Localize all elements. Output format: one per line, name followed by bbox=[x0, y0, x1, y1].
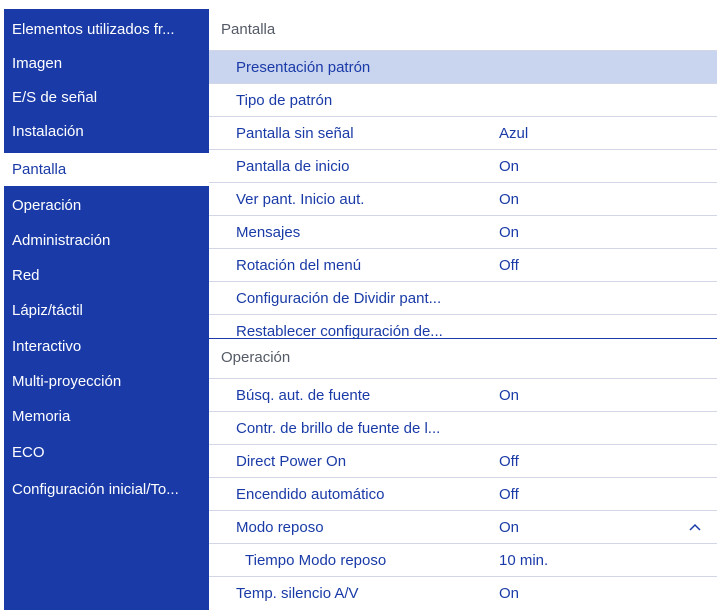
sidebar-item-administracion[interactable]: Administración bbox=[4, 224, 209, 257]
menu-row-label: Configuración de Dividir pant... bbox=[236, 290, 442, 307]
menu-row-configuracion-dividir-pantalla[interactable]: Configuración de Dividir pant... bbox=[209, 281, 717, 314]
menu-row-label: Pantalla sin señal bbox=[236, 125, 354, 142]
menu-row-value: On bbox=[499, 387, 520, 404]
sidebar-item-configuracion-inicial[interactable]: Configuración inicial/To... bbox=[4, 473, 209, 506]
section-header-pantalla: Pantalla bbox=[221, 21, 276, 38]
menu-row-contr-brillo-fuente[interactable]: Contr. de brillo de fuente de l... bbox=[209, 411, 717, 444]
menu-row-busq-aut-de-fuente[interactable]: Búsq. aut. de fuente On bbox=[209, 378, 717, 411]
menu-row-label: Rotación del menú bbox=[236, 257, 362, 274]
menu-row-value: Off bbox=[499, 486, 519, 503]
sidebar-item-lapiz-tactil[interactable]: Lápiz/táctil bbox=[4, 294, 209, 327]
sidebar-menu: Elementos utilizados fr... Imagen E/S de… bbox=[4, 9, 209, 610]
sidebar-item-es-de-senal[interactable]: E/S de señal bbox=[4, 81, 209, 114]
menu-row-label: Temp. silencio A/V bbox=[236, 585, 359, 602]
menu-row-value: On bbox=[499, 158, 520, 175]
menu-row-label: Encendido automático bbox=[236, 486, 385, 503]
menu-row-pantalla-sin-senal[interactable]: Pantalla sin señal Azul bbox=[209, 116, 717, 149]
sidebar-item-memoria[interactable]: Memoria bbox=[4, 400, 209, 433]
sidebar-item-operacion[interactable]: Operación bbox=[4, 189, 209, 222]
sidebar-item-interactivo[interactable]: Interactivo bbox=[4, 330, 209, 363]
sidebar-item-instalacion[interactable]: Instalación bbox=[4, 115, 209, 148]
menu-row-ver-pant-inicio-aut[interactable]: Ver pant. Inicio aut. On bbox=[209, 182, 717, 215]
menu-row-value: On bbox=[499, 519, 520, 536]
menu-row-rotacion-del-menu[interactable]: Rotación del menú Off bbox=[209, 248, 717, 281]
menu-row-label: Direct Power On bbox=[236, 453, 347, 470]
sidebar-item-eco[interactable]: ECO bbox=[4, 436, 209, 469]
sidebar-item-multi-proyeccion[interactable]: Multi-proyección bbox=[4, 365, 209, 398]
section-header-operacion: Operación bbox=[221, 349, 291, 366]
menu-row-label: Mensajes bbox=[236, 224, 301, 241]
menu-row-temp-silencio-av[interactable]: Temp. silencio A/V On bbox=[209, 576, 717, 609]
menu-row-label: Contr. de brillo de fuente de l... bbox=[236, 420, 441, 437]
menu-row-label: Tiempo Modo reposo bbox=[245, 552, 387, 569]
sidebar-item-red[interactable]: Red bbox=[4, 259, 209, 292]
menu-row-value: On bbox=[499, 585, 520, 602]
sidebar-item-pantalla[interactable]: Pantalla bbox=[4, 153, 209, 186]
menu-row-value: Off bbox=[499, 257, 519, 274]
menu-row-label: Búsq. aut. de fuente bbox=[236, 387, 371, 404]
sidebar-item-elementos-utilizados[interactable]: Elementos utilizados fr... bbox=[4, 13, 209, 46]
menu-row-tipo-de-patron[interactable]: Tipo de patrón bbox=[209, 83, 717, 116]
menu-row-modo-reposo[interactable]: Modo reposo On bbox=[209, 510, 717, 543]
menu-row-label: Modo reposo bbox=[236, 519, 324, 536]
menu-row-presentacion-patron[interactable]: Presentación patrón bbox=[209, 50, 717, 83]
menu-row-label: Tipo de patrón bbox=[236, 92, 333, 109]
menu-row-value: Off bbox=[499, 453, 519, 470]
menu-row-value: 10 min. bbox=[499, 552, 549, 569]
menu-row-tiempo-modo-reposo[interactable]: Tiempo Modo reposo 10 min. bbox=[209, 543, 717, 576]
menu-row-value: Azul bbox=[499, 125, 529, 142]
menu-row-direct-power-on[interactable]: Direct Power On Off bbox=[209, 444, 717, 477]
menu-row-label: Ver pant. Inicio aut. bbox=[236, 191, 365, 208]
menu-row-label: Pantalla de inicio bbox=[236, 158, 350, 175]
menu-row-value: On bbox=[499, 191, 520, 208]
menu-row-pantalla-de-inicio[interactable]: Pantalla de inicio On bbox=[209, 149, 717, 182]
sidebar-item-imagen[interactable]: Imagen bbox=[4, 47, 209, 80]
menu-row-encendido-automatico[interactable]: Encendido automático Off bbox=[209, 477, 717, 510]
menu-row-mensajes[interactable]: Mensajes On bbox=[209, 215, 717, 248]
menu-row-label: Presentación patrón bbox=[236, 59, 371, 76]
submenu-panel: Pantalla Presentación patrón Tipo de pat… bbox=[209, 9, 717, 610]
menu-row-value: On bbox=[499, 224, 520, 241]
